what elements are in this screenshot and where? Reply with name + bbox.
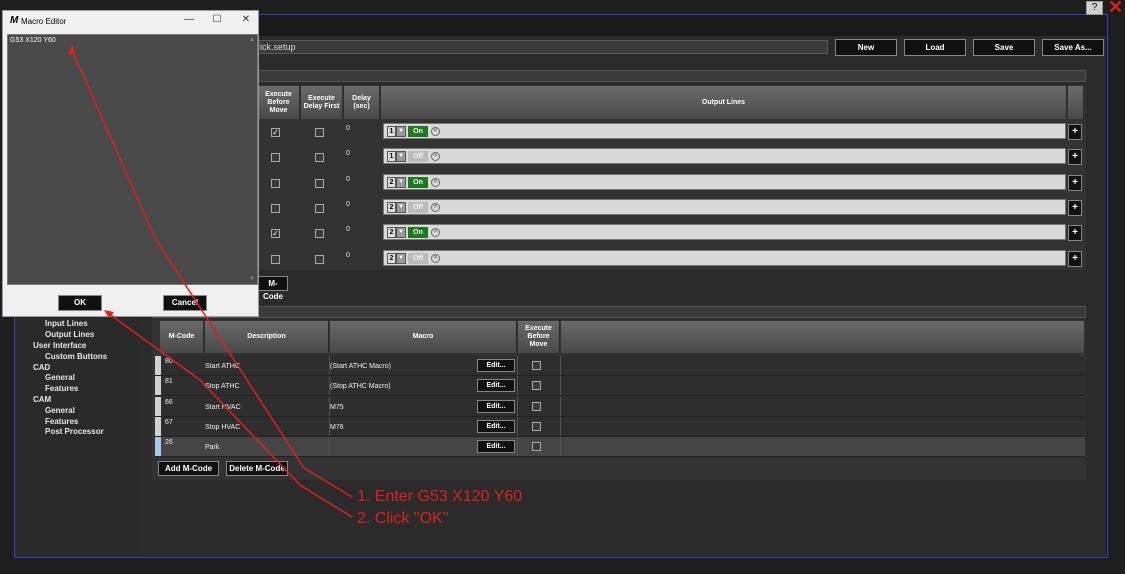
arrow-to-ok <box>107 312 353 518</box>
annotation-arrows <box>68 45 353 518</box>
annotation-step-2: 2. Click "OK" <box>357 510 449 527</box>
arrow-to-editor <box>71 49 353 498</box>
arrow-head-editor <box>68 45 76 55</box>
annotation-step-1: 1. Enter G53 X120 Y60 <box>357 488 523 505</box>
